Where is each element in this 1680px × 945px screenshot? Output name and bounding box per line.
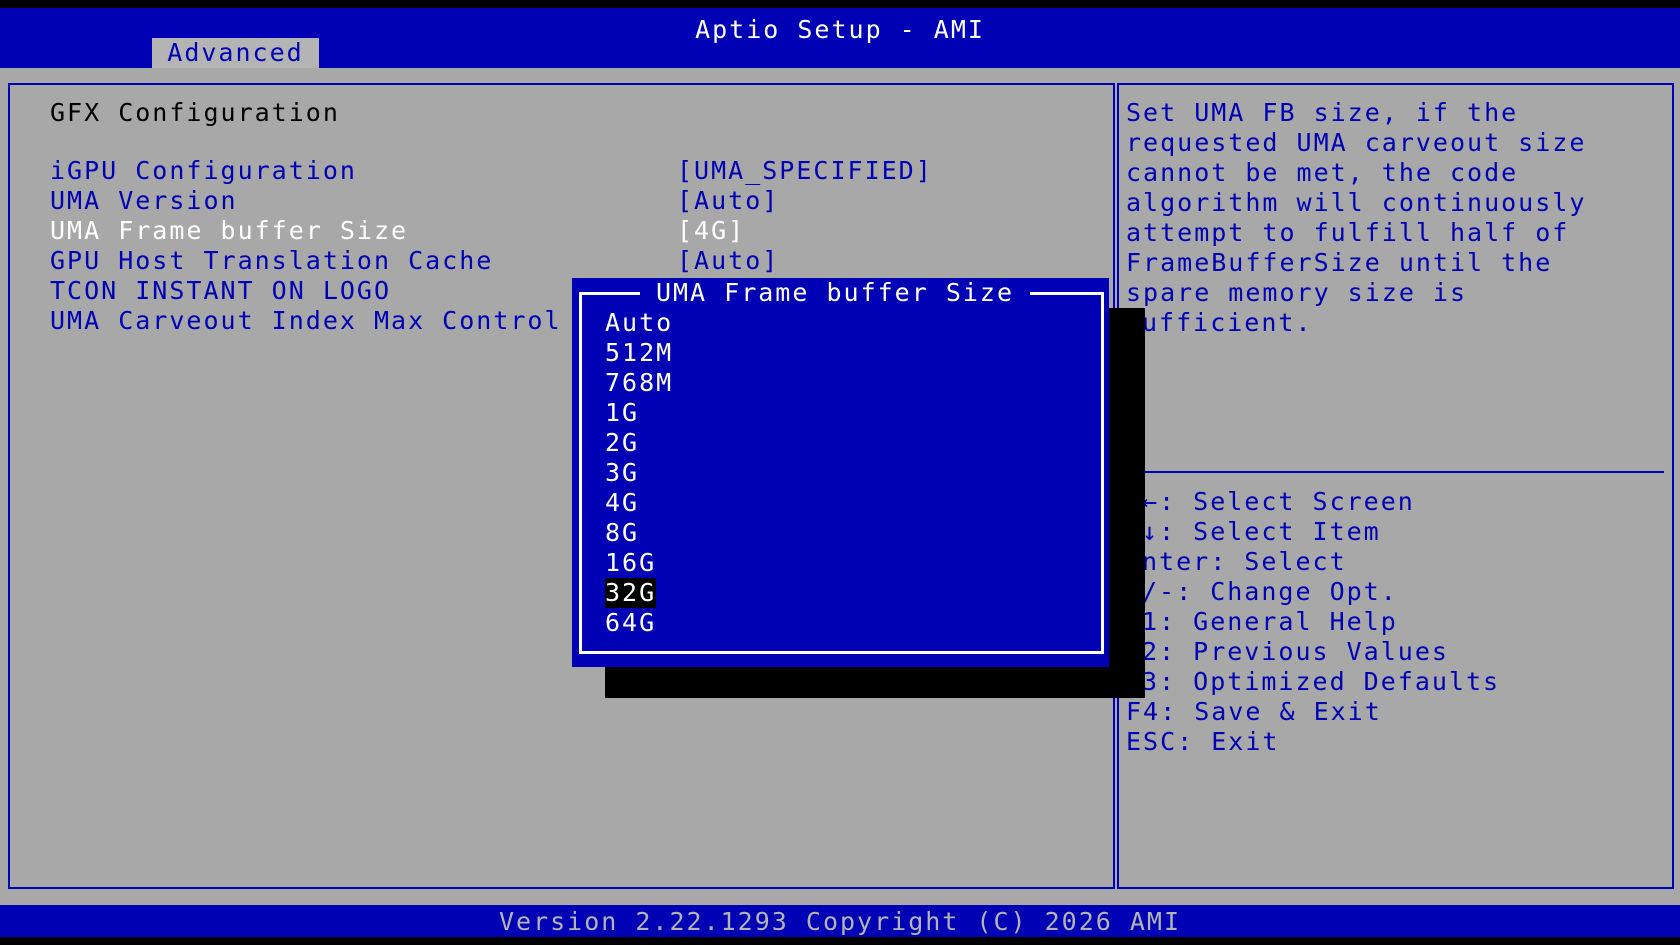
key-hint-previous-values: 2: Previous Values xyxy=(1142,637,1449,666)
key-hint-save-exit: F4: Save & Exit xyxy=(1126,697,1382,726)
help-line: ufficient. xyxy=(1142,308,1313,337)
key-hint-general-help: 1: General Help xyxy=(1142,607,1398,636)
key-hint-change-opt: /-: Change Opt. xyxy=(1142,577,1398,606)
setting-value-uma-version[interactable]: [Auto] xyxy=(677,186,779,216)
setting-tcon-instant-on-logo[interactable]: TCON INSTANT ON LOGO xyxy=(50,276,391,306)
help-line: spare memory size is xyxy=(1126,278,1468,307)
setting-uma-version[interactable]: UMA Version xyxy=(50,186,238,216)
version-text: Version 2.22.1293 Copyright (C) 2026 AMI xyxy=(498,907,1182,936)
setting-igpu-configuration[interactable]: iGPU Configuration xyxy=(50,156,357,186)
option-3g[interactable]: 3G xyxy=(605,458,639,488)
key-hint-enter-select: nter: Select xyxy=(1142,547,1347,576)
option-1g[interactable]: 1G xyxy=(605,398,639,428)
section-title: GFX Configuration xyxy=(50,98,340,127)
setting-uma-carveout-index-max-control[interactable]: UMA Carveout Index Max Control xyxy=(50,306,562,336)
help-line: cannot be met, the code xyxy=(1126,158,1519,187)
option-768m[interactable]: 768M xyxy=(605,368,673,398)
popup-title: UMA Frame buffer Size xyxy=(640,278,1030,308)
setting-value-uma-frame-buffer-size[interactable]: [4G] xyxy=(677,216,745,246)
key-hint-select-item: ↓: Select Item xyxy=(1142,517,1381,546)
help-line: Set UMA FB size, if the xyxy=(1126,98,1519,127)
key-hint-select-screen: ←: Select Screen xyxy=(1142,487,1415,516)
option-64g[interactable]: 64G xyxy=(605,608,656,638)
key-hint-optimized-defaults: 3: Optimized Defaults xyxy=(1142,667,1501,696)
help-divider xyxy=(1144,471,1664,473)
help-line: FrameBufferSize until the xyxy=(1126,248,1553,277)
option-2g[interactable]: 2G xyxy=(605,428,639,458)
option-512m[interactable]: 512M xyxy=(605,338,673,368)
help-line: algorithm will continuously xyxy=(1126,188,1587,217)
setting-value-gpu-host-translation-cache[interactable]: [Auto] xyxy=(677,246,779,276)
setting-gpu-host-translation-cache[interactable]: GPU Host Translation Cache xyxy=(50,246,493,276)
help-line: attempt to fulfill half of xyxy=(1126,218,1570,247)
option-16g[interactable]: 16G xyxy=(605,548,656,578)
option-8g[interactable]: 8G xyxy=(605,518,639,548)
help-line: requested UMA carveout size xyxy=(1126,128,1587,157)
key-hint-esc-exit: ESC: Exit xyxy=(1126,727,1280,756)
option-32g[interactable]: 32G xyxy=(605,578,657,608)
setting-uma-frame-buffer-size[interactable]: UMA Frame buffer Size xyxy=(50,216,408,246)
option-4g[interactable]: 4G xyxy=(605,488,639,518)
option-auto[interactable]: Auto xyxy=(605,308,673,338)
setting-value-igpu-configuration[interactable]: [UMA_SPECIFIED] xyxy=(677,156,933,186)
tab-advanced[interactable]: Advanced xyxy=(152,38,319,68)
